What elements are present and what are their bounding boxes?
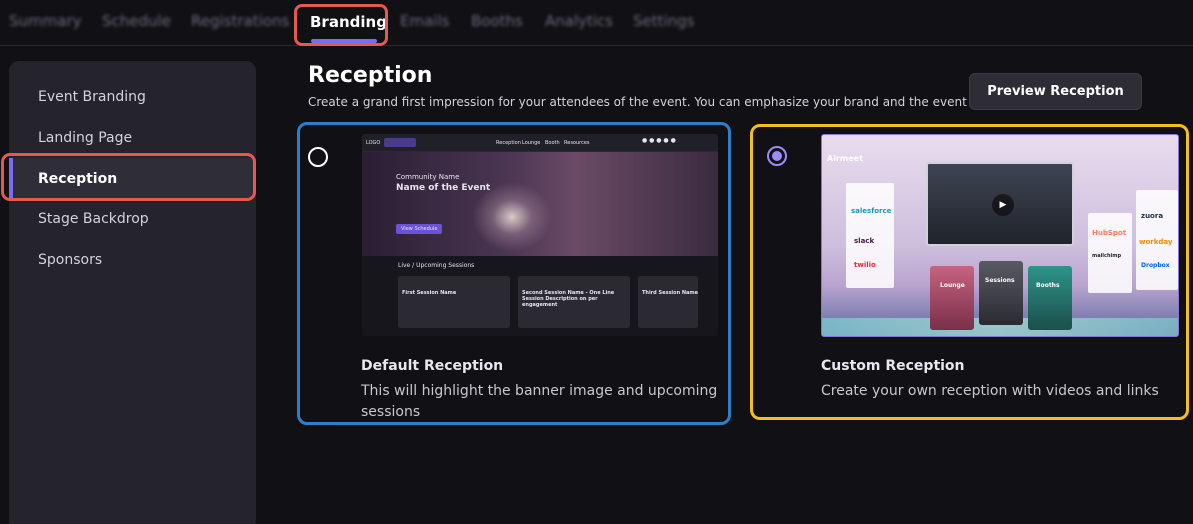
preview-left-sponsor-panel: salesforce slack twilio: [846, 183, 894, 288]
reception-item-highlight: [1, 153, 256, 201]
default-reception-description: This will highlight the banner image and…: [361, 383, 718, 420]
preview-logo: LOGO: [366, 140, 381, 146]
preview-logo-mailchimp: mailchimp: [1092, 253, 1122, 259]
branding-tab-highlight: [294, 4, 388, 46]
page-title: Reception: [308, 63, 433, 88]
custom-reception-preview: Airmeet salesforce slack twilio ▶ HubSpo…: [821, 134, 1179, 337]
play-icon: ▶: [992, 194, 1014, 216]
preview-nav-reception: Reception: [496, 140, 521, 146]
preview-schedule-button: View Schedule: [396, 224, 443, 234]
sidebar-item-sponsors[interactable]: Sponsors: [38, 252, 102, 268]
preview-logo-twilio: twilio: [854, 261, 876, 269]
custom-reception-description: Create your own reception with videos an…: [821, 383, 1159, 399]
preview-event-name: Name of the Event: [396, 183, 491, 193]
preview-session-card: Third Session Name: [638, 276, 698, 328]
sidebar-item-landing-page[interactable]: Landing Page: [38, 130, 132, 146]
preview-tile-lounge: Lounge: [930, 266, 974, 330]
preview-logo-workday: workday: [1139, 238, 1173, 246]
preview-tile-sessions-label: Sessions: [985, 277, 1015, 284]
preview-video: ▶: [926, 162, 1074, 246]
preview-top-bar: LOGO Reception Lounge Booth Resources ● …: [362, 134, 718, 152]
preview-session-name: Second Session Name - One Line Session D…: [522, 290, 615, 308]
preview-sessions-heading: Live / Upcoming Sessions: [398, 262, 475, 269]
default-reception-preview: LOGO Reception Lounge Booth Resources ● …: [362, 134, 718, 336]
tab-analytics[interactable]: Analytics: [545, 12, 613, 30]
preview-nav-resources: Resources: [564, 140, 590, 146]
preview-tile-lounge-label: Lounge: [940, 282, 965, 289]
preview-reception-button[interactable]: Preview Reception: [969, 73, 1142, 110]
default-reception-title: Default Reception: [361, 358, 504, 374]
preview-sessions: Live / Upcoming Sessions First Session N…: [362, 256, 718, 336]
tab-settings[interactable]: Settings: [633, 12, 695, 30]
preview-logo-slack: slack: [854, 237, 875, 245]
radio-selected-dot: [772, 151, 782, 161]
preview-nav-lounge: Lounge: [522, 140, 541, 146]
page-subtitle: Create a grand first impression for your…: [308, 95, 1002, 109]
preview-tile-booths-label: Booths: [1036, 282, 1060, 289]
preview-brand: Airmeet: [827, 154, 863, 163]
preview-right-sponsor-panel: zuora workday Dropbox: [1136, 190, 1178, 290]
preview-logo-zuora: zuora: [1141, 212, 1164, 220]
preview-session-card: First Session Name: [398, 276, 510, 328]
preview-community-name: Community Name: [396, 173, 460, 181]
preview-session-name: First Session Name: [402, 290, 457, 296]
preview-middle-sponsor-panel: HubSpot mailchimp: [1088, 213, 1132, 293]
preview-banner: Community Name Name of the Event View Sc…: [362, 152, 718, 256]
preview-schedule-chip: [384, 138, 416, 147]
preview-logo-hubspot: HubSpot: [1092, 229, 1127, 237]
tab-registrations[interactable]: Registrations: [191, 12, 289, 30]
custom-reception-radio[interactable]: [767, 146, 787, 166]
top-navigation: Summary Schedule Registrations Branding …: [0, 0, 1193, 46]
preview-logo-salesforce: salesforce: [851, 207, 892, 215]
preview-icons: ● ● ● ● ●: [642, 137, 676, 144]
preview-session-name: Third Session Name: [642, 290, 699, 296]
preview-logo-dropbox: Dropbox: [1141, 262, 1170, 269]
preview-tile-booths: Booths: [1028, 266, 1072, 330]
tab-booths[interactable]: Booths: [471, 12, 523, 30]
default-reception-radio[interactable]: [308, 147, 328, 167]
tab-schedule[interactable]: Schedule: [102, 12, 171, 30]
preview-session-card: Second Session Name - One Line Session D…: [518, 276, 630, 328]
sidebar-item-stage-backdrop[interactable]: Stage Backdrop: [38, 211, 149, 227]
tab-summary[interactable]: Summary: [9, 12, 82, 30]
custom-reception-title: Custom Reception: [821, 358, 965, 374]
preview-nav-booth: Booth: [545, 140, 560, 146]
tab-emails[interactable]: Emails: [400, 12, 449, 30]
sidebar: Event Branding Landing Page Reception St…: [9, 61, 256, 524]
sidebar-item-event-branding[interactable]: Event Branding: [38, 89, 146, 105]
preview-tile-sessions: Sessions: [979, 261, 1023, 325]
